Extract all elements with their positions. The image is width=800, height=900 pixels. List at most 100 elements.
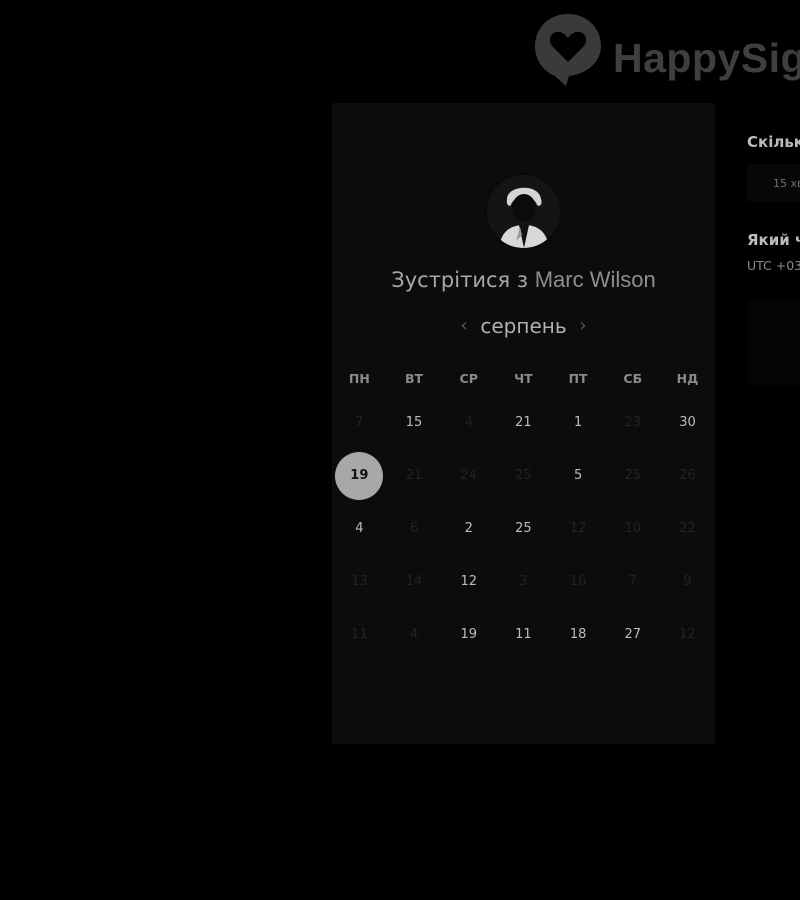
unavailable-day: 3 [496,555,551,608]
title-prefix: Зустрітися з [391,268,529,292]
unavailable-day: 25 [496,449,551,502]
available-day[interactable]: 12 [441,555,496,608]
available-day[interactable]: 2 [441,502,496,555]
weekday-label: ПН [348,371,370,386]
day-number: 9 [683,574,692,589]
day-number: 11 [515,627,532,642]
unavailable-day: 25 [605,449,660,502]
unavailable-day: 26 [660,449,715,502]
calendar-week-row: 13 14 12 3 16 7 9 [332,555,715,608]
day-number: 25 [515,468,532,483]
month-navigation: ‹ серпень › [332,313,715,341]
day-number: 5 [573,468,583,483]
day-number: 10 [624,521,642,536]
duration-question: Скільки [747,133,800,151]
calendar-grid: ПН ВТ СР ЧТ ПТ СБ НД 7 15 4 21 1 23 30 19 21 24 25 5 25 26 4… [332,361,715,661]
day-number: 13 [351,574,368,589]
unavailable-day: 4 [387,608,442,661]
unavailable-day: 11 [332,608,387,661]
unavailable-day: 10 [605,502,660,555]
day-number: 19 [335,451,384,500]
unavailable-day: 7 [605,555,660,608]
day-number: 15 [405,415,423,430]
available-day[interactable]: 5 [551,449,606,502]
unavailable-day: 16 [551,555,606,608]
day-number: 18 [569,627,587,642]
day-number: 11 [351,627,368,642]
unavailable-day: 9 [660,555,715,608]
available-day[interactable]: 4 [332,502,387,555]
day-number: 12 [679,627,696,642]
calendar-week-row: 7 15 4 21 1 23 30 [332,396,715,449]
unavailable-day: 12 [660,608,715,661]
day-number: 4 [464,415,473,430]
weekday-label: ПТ [568,371,588,386]
day-number: 14 [405,574,423,589]
day-number: 12 [460,574,477,589]
calendar-week-row: 19 21 24 25 5 25 26 [332,449,715,502]
weekday-header-row: ПН ВТ СР ЧТ ПТ СБ НД [332,361,715,396]
weekday-label: СР [459,371,478,386]
duration-option-label: 15 хв [773,177,800,190]
day-number: 16 [569,574,587,589]
available-day[interactable]: 18 [551,608,606,661]
day-number: 4 [355,521,364,536]
day-number: 12 [569,521,587,536]
available-day[interactable]: 1 [551,396,606,449]
day-number: 25 [624,468,642,483]
unavailable-day: 6 [387,502,442,555]
unavailable-day: 13 [332,555,387,608]
booking-options-panel: Скільки 15 хв Який ча UTC +03 [747,0,800,900]
unavailable-day: 24 [441,449,496,502]
unavailable-day: 14 [387,555,442,608]
unavailable-day: 22 [660,502,715,555]
selected-day[interactable]: 19 [332,449,387,502]
weekday-label: НД [676,371,699,386]
timezone-label: UTC +03 [747,258,800,273]
calendar-days: 7 15 4 21 1 23 30 19 21 24 25 5 25 26 4 6 2 25 12 10 22 13 14 1… [332,396,715,661]
day-number: 3 [519,574,528,589]
unavailable-day: 12 [551,502,606,555]
day-number: 19 [460,627,477,642]
day-number: 21 [405,468,423,483]
day-number: 22 [679,521,696,536]
current-month-label: серпень [480,314,567,338]
day-number: 1 [573,415,583,430]
available-day[interactable]: 19 [441,608,496,661]
day-number: 2 [464,521,473,536]
booking-calendar-card: Зустрітися з Marc Wilson ‹ серпень › ПН В… [332,103,715,744]
day-number: 27 [624,627,642,642]
meeting-title: Зустрітися з Marc Wilson [332,267,715,293]
weekday-label: ВТ [405,371,424,386]
unavailable-day: 21 [387,449,442,502]
calendar-week-row: 11 4 19 11 18 27 12 [332,608,715,661]
day-number: 25 [515,521,532,536]
time-slots-area [747,300,800,386]
next-month-button[interactable]: › [573,313,593,339]
day-number: 30 [679,415,696,430]
available-day[interactable]: 27 [605,608,660,661]
unavailable-day: 4 [441,396,496,449]
weekday-label: СБ [623,371,643,386]
unavailable-day: 7 [332,396,387,449]
heart-chat-logo-icon [535,14,601,86]
unavailable-day: 23 [605,396,660,449]
available-day[interactable]: 15 [387,396,442,449]
available-day[interactable]: 30 [660,396,715,449]
host-photo-icon [487,175,560,248]
calendar-week-row: 4 6 2 25 12 10 22 [332,502,715,555]
day-number: 7 [628,574,637,589]
host-name: Marc Wilson [534,267,656,292]
available-day[interactable]: 21 [496,396,551,449]
available-day[interactable]: 25 [496,502,551,555]
day-number: 6 [409,521,419,536]
host-avatar [487,175,560,248]
available-day[interactable]: 11 [496,608,551,661]
duration-option[interactable]: 15 хв [747,164,800,202]
day-number: 4 [409,627,419,642]
day-number: 23 [624,415,642,430]
day-number: 24 [460,468,477,483]
day-number: 26 [679,468,696,483]
day-number: 7 [355,415,364,430]
time-question: Який ча [747,231,800,249]
